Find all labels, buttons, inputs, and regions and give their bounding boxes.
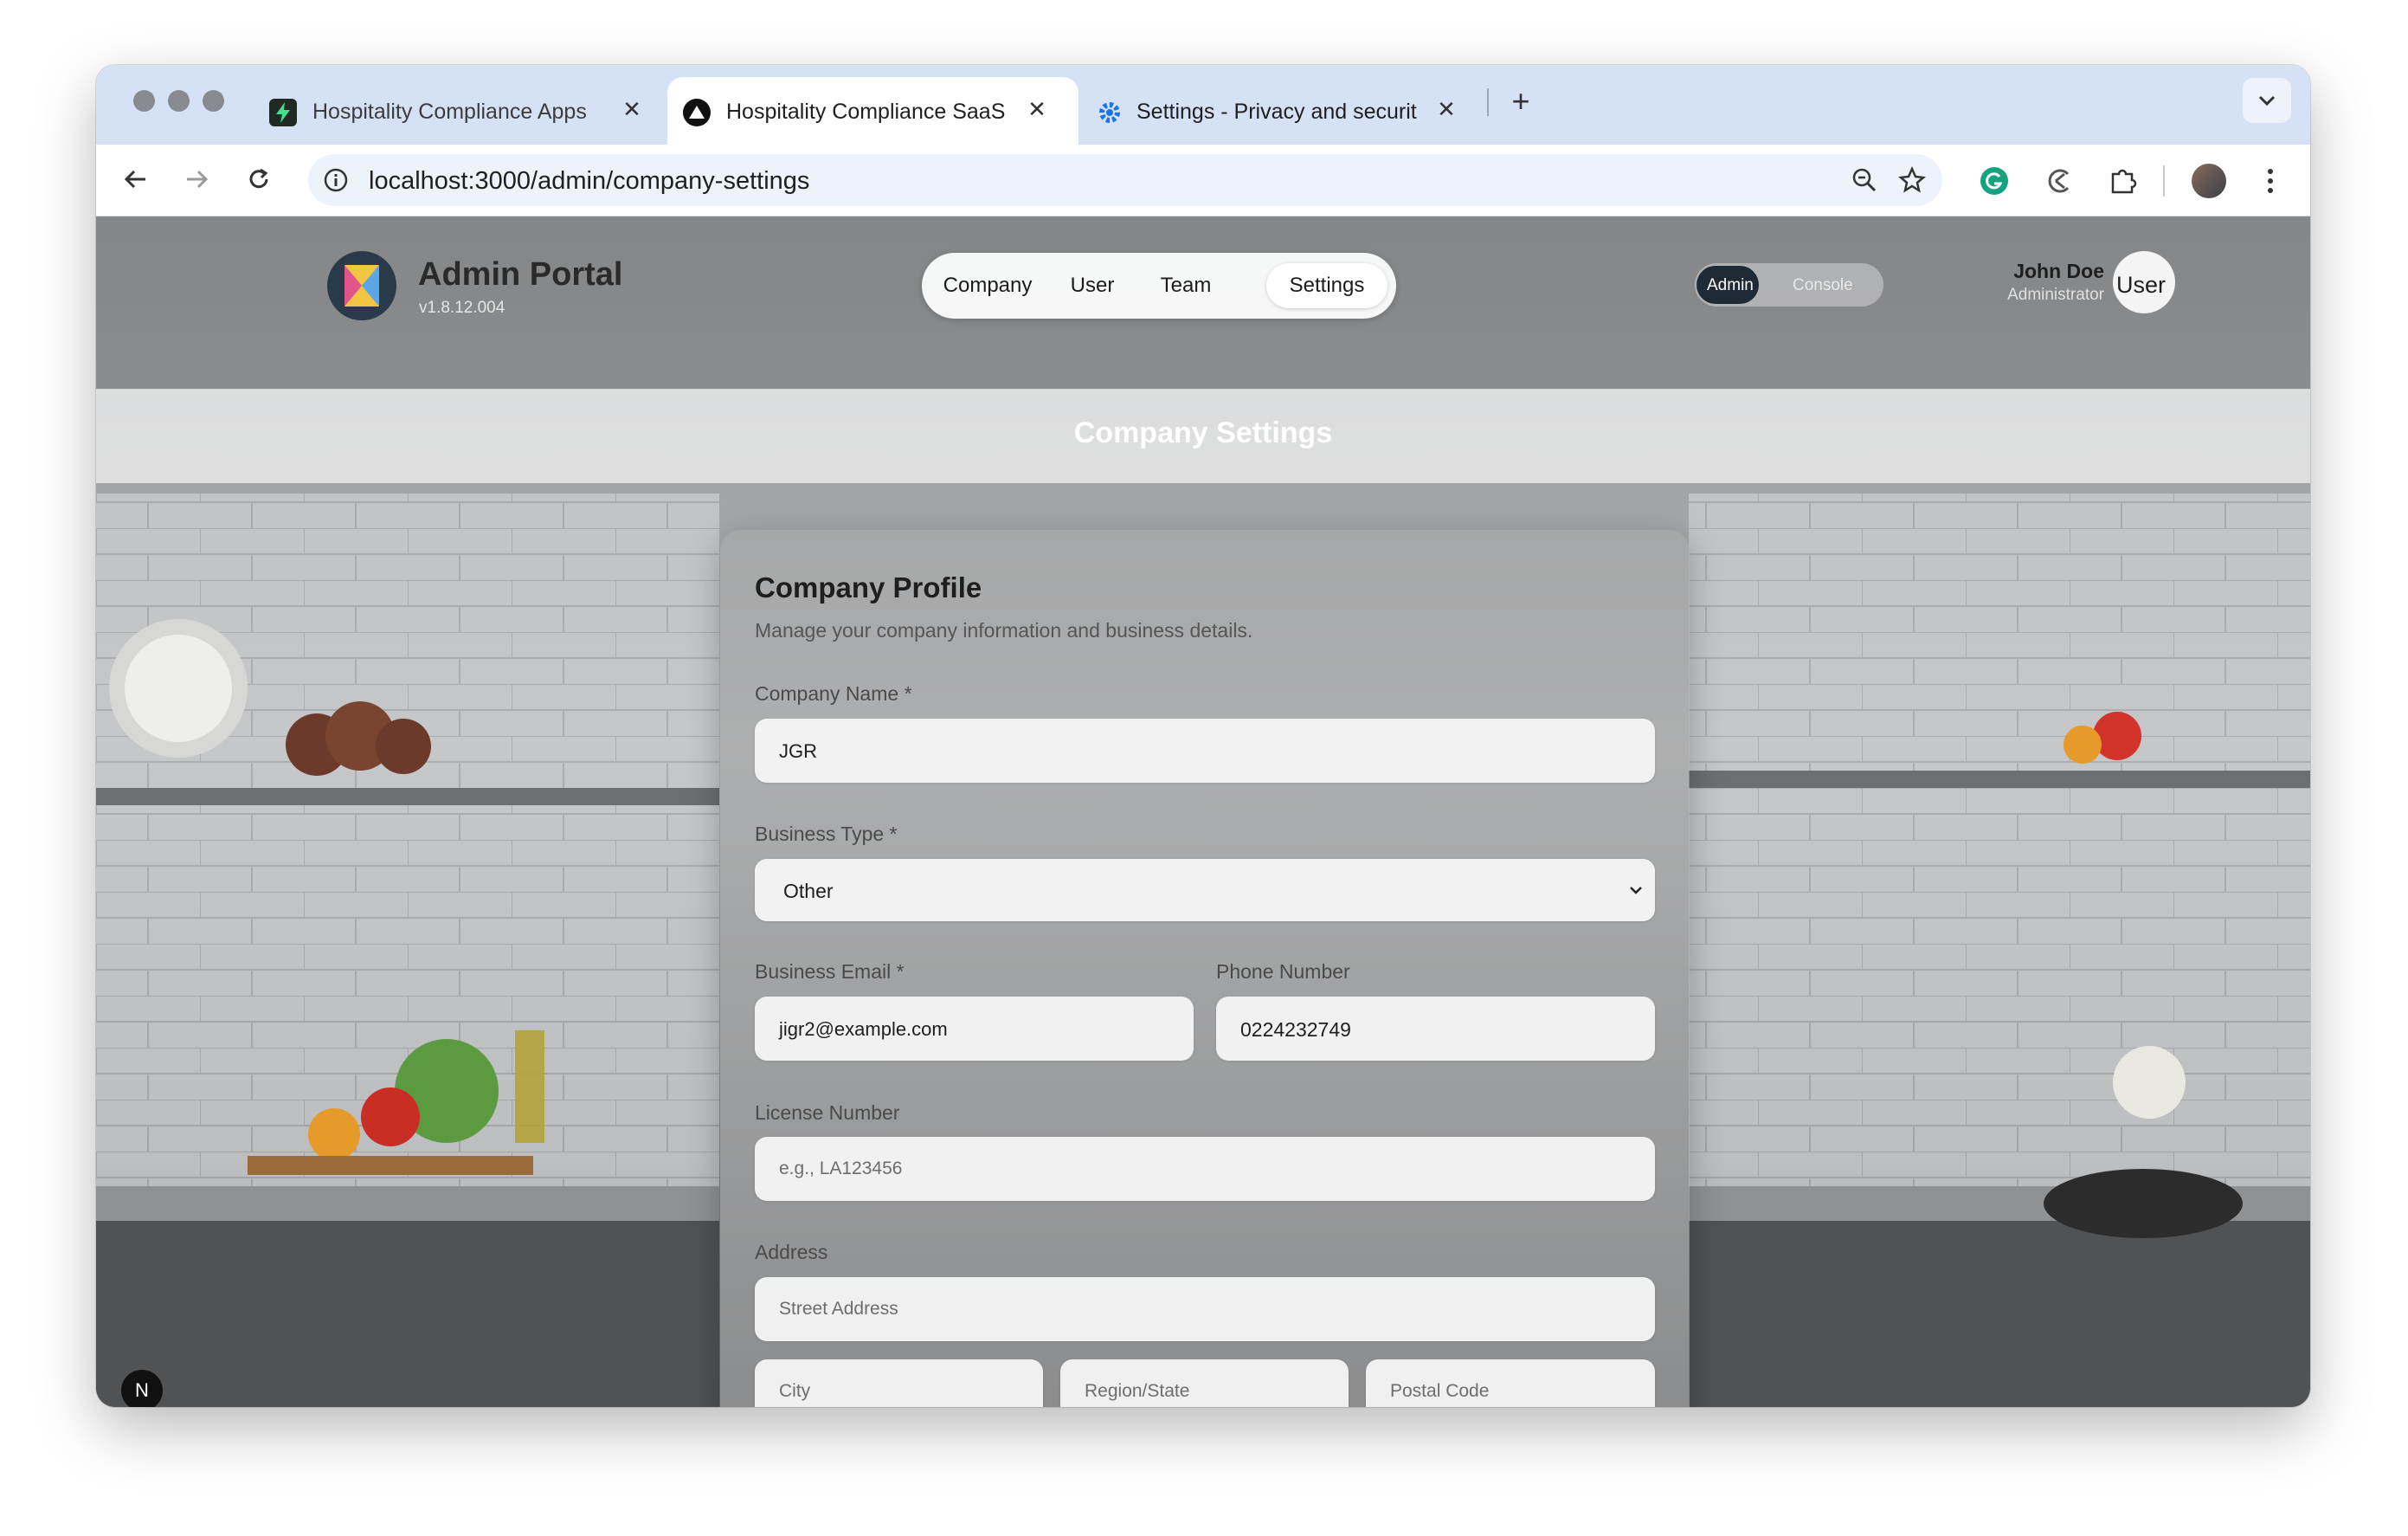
app-header: Admin Portal v1.8.12.004 Company User Te… xyxy=(96,216,2310,389)
company-name-input[interactable]: JGR xyxy=(755,719,1655,783)
app-logo-icon xyxy=(344,265,379,307)
tab-title: Settings - Privacy and securit xyxy=(1136,100,1417,124)
user-avatar[interactable]: User xyxy=(2113,251,2175,313)
arrow-left-icon xyxy=(124,170,145,189)
chevron-down-icon xyxy=(1630,887,1642,894)
nav-team[interactable]: Team xyxy=(1142,263,1230,308)
nav-company[interactable]: Company xyxy=(932,263,1043,308)
brand-title: Admin Portal xyxy=(418,256,623,293)
browser-window: Hospitality Compliance Apps ✕ Hospitalit… xyxy=(96,65,2310,1407)
region-state-placeholder: Region/State xyxy=(1085,1381,1190,1401)
postal-code-placeholder: Postal Code xyxy=(1390,1381,1490,1401)
reload-button[interactable] xyxy=(236,157,281,202)
tab-title: Hospitality Compliance SaaS xyxy=(726,100,1006,124)
close-tab-icon[interactable]: ✕ xyxy=(1433,96,1459,122)
company-name-label: Company Name * xyxy=(755,682,912,705)
puzzle-icon[interactable] xyxy=(2106,164,2139,197)
business-email-value: jigr2@example.com xyxy=(779,1018,948,1040)
region-state-input[interactable]: Region/State xyxy=(1060,1359,1349,1407)
license-number-label: License Number xyxy=(755,1101,900,1124)
business-type-value: Other xyxy=(783,880,834,902)
nav-settings[interactable]: Settings xyxy=(1266,263,1387,308)
extension-icon[interactable] xyxy=(2044,165,2075,197)
gear-icon xyxy=(1096,99,1124,126)
user-role: Administrator xyxy=(2007,286,2104,304)
phone-number-label: Phone Number xyxy=(1216,960,1350,983)
tab-title: Hospitality Compliance Apps xyxy=(312,100,587,124)
close-tab-icon[interactable]: ✕ xyxy=(1024,96,1050,122)
page-viewport: Admin Portal v1.8.12.004 Company User Te… xyxy=(96,216,2310,1407)
reload-icon xyxy=(249,168,268,189)
tab-strip: Hospitality Compliance Apps ✕ Hospitalit… xyxy=(96,65,2310,145)
business-email-label: Business Email * xyxy=(755,960,905,983)
forward-button[interactable] xyxy=(174,157,219,202)
company-profile-card: Company Profile Manage your company info… xyxy=(720,530,1690,1407)
url-text: localhost:3000/admin/company-settings xyxy=(369,167,810,195)
street-address-input[interactable]: Street Address xyxy=(755,1277,1655,1341)
main-nav: Company User Team Settings xyxy=(922,253,1396,319)
maximize-window-button[interactable] xyxy=(203,90,224,112)
mode-admin-label[interactable]: Admin xyxy=(1707,276,1754,295)
user-name: John Doe xyxy=(2013,260,2104,282)
close-tab-icon[interactable]: ✕ xyxy=(619,96,645,122)
arrow-right-icon xyxy=(187,170,209,189)
license-number-placeholder: e.g., LA123456 xyxy=(779,1158,903,1178)
minimize-window-button[interactable] xyxy=(168,90,190,112)
nav-user[interactable]: User xyxy=(1053,263,1131,308)
app-logo[interactable] xyxy=(327,251,396,320)
company-name-value: JGR xyxy=(779,740,817,762)
app-version: v1.8.12.004 xyxy=(419,299,505,317)
address-label: Address xyxy=(755,1241,828,1263)
toolbar-divider xyxy=(2163,165,2165,197)
back-button[interactable] xyxy=(113,157,158,202)
street-address-placeholder: Street Address xyxy=(779,1299,898,1319)
card-title: Company Profile xyxy=(755,571,982,603)
page-title: Company Settings xyxy=(1073,416,1333,449)
phone-number-input[interactable]: 0224232749 xyxy=(1216,997,1655,1061)
postal-code-input[interactable]: Postal Code xyxy=(1366,1359,1655,1407)
business-email-input[interactable]: jigr2@example.com xyxy=(755,997,1194,1061)
address-bar[interactable]: localhost:3000/admin/company-settings xyxy=(308,154,1942,206)
more-vertical-icon[interactable] xyxy=(2262,165,2279,197)
city-input[interactable]: City xyxy=(755,1359,1043,1407)
avatar-alt-text: User xyxy=(2116,272,2167,298)
dev-tools-badge[interactable]: N xyxy=(119,1368,164,1407)
triangle-app-icon xyxy=(683,99,711,126)
business-type-label: Business Type * xyxy=(755,823,898,845)
profile-avatar[interactable] xyxy=(2192,164,2226,198)
card-subtitle: Manage your company information and busi… xyxy=(755,619,1253,642)
mode-console-label[interactable]: Console xyxy=(1793,276,1853,295)
tab-divider xyxy=(1487,88,1489,116)
tab-search-button[interactable] xyxy=(2243,78,2291,123)
info-icon[interactable] xyxy=(322,166,350,194)
browser-tab-active[interactable]: Hospitality Compliance SaaS ✕ xyxy=(667,77,1078,145)
mode-toggle[interactable]: Admin Console xyxy=(1695,263,1883,307)
close-window-button[interactable] xyxy=(133,90,155,112)
license-number-input[interactable]: e.g., LA123456 xyxy=(755,1137,1655,1201)
grammarly-extension-icon[interactable] xyxy=(1979,165,2010,197)
business-type-select[interactable]: Other xyxy=(755,859,1655,921)
phone-number-value: 0224232749 xyxy=(1240,1018,1351,1041)
browser-toolbar: localhost:3000/admin/company-settings xyxy=(96,145,2310,216)
page-title-banner: Company Settings xyxy=(96,389,2310,483)
chevron-down-icon xyxy=(2258,95,2276,106)
zoom-icon[interactable] xyxy=(1851,166,1878,194)
bolt-app-icon xyxy=(269,99,297,126)
new-tab-button[interactable]: + xyxy=(1503,84,1538,119)
city-placeholder: City xyxy=(779,1381,811,1401)
bookmark-star-icon[interactable] xyxy=(1897,165,1927,195)
